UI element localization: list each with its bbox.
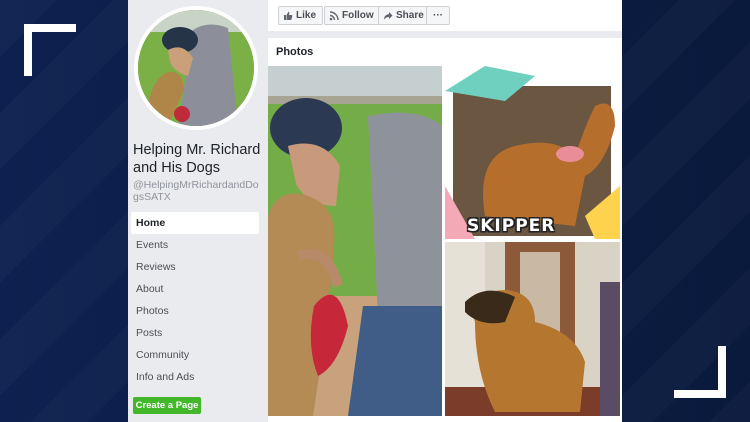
facebook-page-screenshot: Helping Mr. Richard and His Dogs @Helpin… (128, 0, 622, 422)
like-button[interactable]: Like (278, 6, 324, 25)
nav-item-info-and-ads[interactable]: Info and Ads (131, 366, 259, 388)
more-options-button[interactable]: ··· (426, 6, 450, 25)
page-action-bar: Like Follow Share ··· (268, 0, 622, 31)
nav-item-events[interactable]: Events (131, 234, 259, 256)
nav-item-reviews[interactable]: Reviews (131, 256, 259, 278)
profile-photo-man-and-dog (138, 10, 254, 126)
left-sidebar: Helping Mr. Richard and His Dogs @Helpin… (128, 0, 264, 422)
follow-label: Follow (342, 10, 374, 21)
profile-picture[interactable] (134, 6, 258, 130)
photo-man-kissing-dog[interactable] (268, 66, 442, 416)
photo-man-kissing-dog-image (268, 66, 442, 416)
share-arrow-icon (383, 11, 393, 20)
photo-skipper-dog-image (445, 66, 620, 239)
follow-button[interactable]: Follow (324, 6, 381, 25)
page-navigation: Home Events Reviews About Photos Posts C… (131, 212, 259, 388)
thumbs-up-icon (284, 11, 293, 20)
like-label: Like (296, 10, 317, 21)
skipper-caption: SKIPPER (467, 216, 556, 236)
photo-dog-on-porch[interactable] (445, 242, 620, 416)
page-title[interactable]: Helping Mr. Richard and His Dogs (133, 141, 263, 177)
photo-skipper-dog[interactable]: SKIPPER (445, 66, 620, 239)
create-page-button[interactable]: Create a Page (133, 397, 201, 414)
nav-item-posts[interactable]: Posts (131, 322, 259, 344)
corner-bracket-top-left (24, 24, 76, 76)
share-label: Share (396, 10, 424, 21)
nav-item-photos[interactable]: Photos (131, 300, 259, 322)
more-options-label: ··· (433, 10, 443, 21)
share-button[interactable]: Share (378, 6, 431, 25)
rss-follow-icon (329, 10, 339, 20)
nav-item-community[interactable]: Community (131, 344, 259, 366)
photos-section: Photos SKIPPER (268, 38, 622, 422)
photos-heading[interactable]: Photos (276, 46, 313, 58)
corner-bracket-bottom-right (674, 346, 726, 398)
nav-item-home[interactable]: Home (131, 212, 259, 234)
photo-dog-on-porch-image (445, 242, 620, 416)
page-username[interactable]: @HelpingMrRichardandDogsSATX (133, 179, 263, 203)
main-column: Like Follow Share ··· Photos SKIPPER (268, 0, 622, 422)
nav-item-about[interactable]: About (131, 278, 259, 300)
